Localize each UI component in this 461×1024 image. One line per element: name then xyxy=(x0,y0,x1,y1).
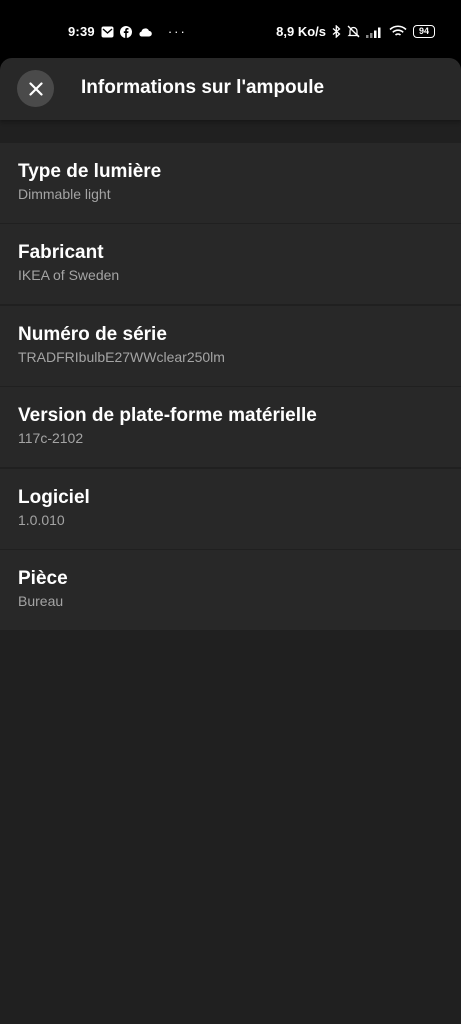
info-row-serial-number: Numéro de série TRADFRIbulbE27WWclear250… xyxy=(0,305,461,386)
signal-icon xyxy=(366,26,383,38)
header: Informations sur l'ampoule xyxy=(0,58,461,120)
status-time: 9:39 xyxy=(68,24,95,39)
info-row-hardware-version: Version de plate-forme matérielle 117c-2… xyxy=(0,387,461,468)
info-row-room: Pièce Bureau xyxy=(0,549,461,630)
info-row-manufacturer: Fabricant IKEA of Sweden xyxy=(0,224,461,305)
mail-icon xyxy=(101,26,114,38)
cloud-icon xyxy=(138,27,152,37)
alarm-off-icon xyxy=(347,25,360,38)
bluetooth-icon xyxy=(332,25,341,38)
info-label: Version de plate-forme matérielle xyxy=(18,405,317,427)
close-icon xyxy=(28,81,43,96)
status-bar-left: 9:39 ··· xyxy=(68,24,187,39)
info-label: Numéro de série xyxy=(18,323,167,345)
info-label: Logiciel xyxy=(18,486,90,508)
info-value: Dimmable light xyxy=(18,186,111,202)
info-value: IKEA of Sweden xyxy=(18,267,120,284)
info-value: 1.0.010 xyxy=(18,511,65,528)
info-value: TRADFRIbulbE27WWclear250lm xyxy=(18,348,225,365)
status-bar-right: 8,9 Ko/s 94 xyxy=(276,24,435,39)
info-label: Type de lumière xyxy=(18,161,162,182)
info-row-software: Logiciel 1.0.010 xyxy=(0,468,461,549)
status-bar: 9:39 ··· 8,9 Ko/s 94 xyxy=(0,0,461,62)
wifi-icon xyxy=(389,25,407,38)
network-speed: 8,9 Ko/s xyxy=(276,24,326,39)
info-label: Fabricant xyxy=(18,242,104,264)
info-value: 117c-2102 xyxy=(18,430,84,447)
bulb-info-sheet: Informations sur l'ampoule Type de lumiè… xyxy=(0,58,461,1024)
page-title: Informations sur l'ampoule xyxy=(81,77,325,98)
info-list: Type de lumière Dimmable light Fabricant… xyxy=(0,143,461,631)
more-notifications-indicator: ··· xyxy=(167,24,187,39)
info-row-light-type: Type de lumière Dimmable light xyxy=(0,143,461,223)
battery-icon: 94 xyxy=(413,25,435,38)
close-button[interactable] xyxy=(17,70,54,107)
facebook-icon xyxy=(119,25,132,38)
info-value: Bureau xyxy=(18,592,64,609)
info-label: Pièce xyxy=(18,567,68,589)
